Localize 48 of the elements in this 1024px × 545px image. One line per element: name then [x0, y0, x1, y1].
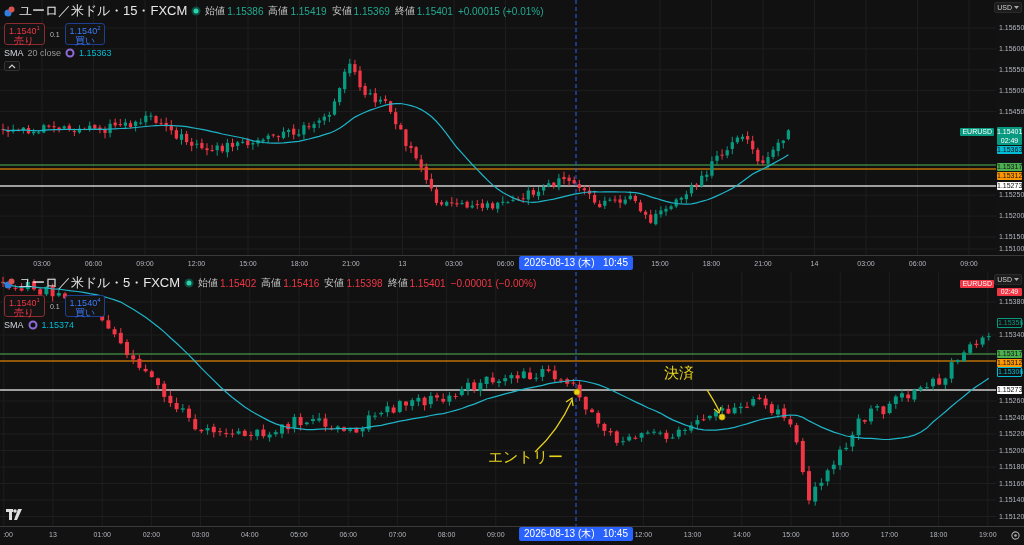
- ohlc-value: 1.15401: [409, 277, 446, 289]
- currency-pair-icon: [4, 5, 15, 17]
- crosshair-time-label: 2026-08-13 (木) 10:45: [519, 527, 633, 541]
- crosshair-time-label: 2026-08-13 (木) 10:45: [519, 256, 633, 270]
- indicator-value: 1.15363: [79, 48, 112, 58]
- symbol-title[interactable]: ユーロ／米ドル・15・FXCM: [19, 2, 188, 20]
- caret-icon: [1014, 6, 1019, 9]
- marker-dot: [573, 388, 581, 396]
- ohlc-value: 1.15416: [283, 277, 320, 289]
- ohlc-label: 始値: [205, 4, 226, 18]
- buy-button[interactable]: 1.1540$^{4}$ 買い: [64, 295, 106, 317]
- market-status-icon: [191, 6, 202, 16]
- ohlc-value: 1.15419: [290, 5, 327, 17]
- ohlc-value: 1.15386: [227, 5, 264, 17]
- indicator-name[interactable]: SMA: [4, 320, 24, 330]
- sell-button[interactable]: 1.1540$^{1}$ 売り: [4, 295, 45, 317]
- ohlc-label: 高値: [268, 4, 289, 18]
- settings-icon[interactable]: [1011, 531, 1020, 540]
- annotation-label: 決済: [664, 364, 694, 383]
- ohlc-label: 安値: [324, 276, 345, 290]
- ohlc-value: 1.15402: [220, 277, 257, 289]
- ohlc-label: 安値: [331, 4, 352, 18]
- collapse-button[interactable]: [4, 61, 20, 71]
- annotation-arrow: [706, 389, 722, 415]
- sell-button[interactable]: 1.1540$^{1}$ 売り: [4, 23, 45, 45]
- logo-icon[interactable]: [6, 509, 22, 521]
- ohlc-label: 高値: [261, 276, 282, 290]
- ohlc-value: 1.15398: [346, 277, 383, 289]
- ohlc-label: 終値: [387, 276, 408, 290]
- indicator-name[interactable]: SMA: [4, 48, 24, 58]
- ohlc-value: 1.15369: [353, 5, 390, 17]
- caret-icon: [1014, 278, 1019, 281]
- ohlc-value: 1.15401: [416, 5, 453, 17]
- annotation-label: エントリー: [488, 448, 563, 467]
- annotation-arrow: [534, 396, 574, 453]
- price-change: +0.00015 (+0.01%): [457, 5, 544, 17]
- indicator-value: 1.15374: [41, 320, 75, 330]
- chevron-up-icon: [8, 63, 16, 69]
- ring-icon[interactable]: [65, 48, 76, 58]
- ohlc-label: 始値: [198, 276, 219, 290]
- marker-dot: [718, 413, 726, 421]
- market-status-icon: [184, 278, 195, 288]
- indicator-params: 20 close: [27, 48, 62, 58]
- ohlc-label: 終値: [394, 4, 415, 18]
- price-change: −0.00001 (−0.00%): [450, 277, 537, 289]
- currency-pair-icon: [4, 277, 15, 289]
- buy-button[interactable]: 1.1540$^{2}$ 買い: [64, 23, 106, 45]
- ring-icon[interactable]: [27, 320, 38, 330]
